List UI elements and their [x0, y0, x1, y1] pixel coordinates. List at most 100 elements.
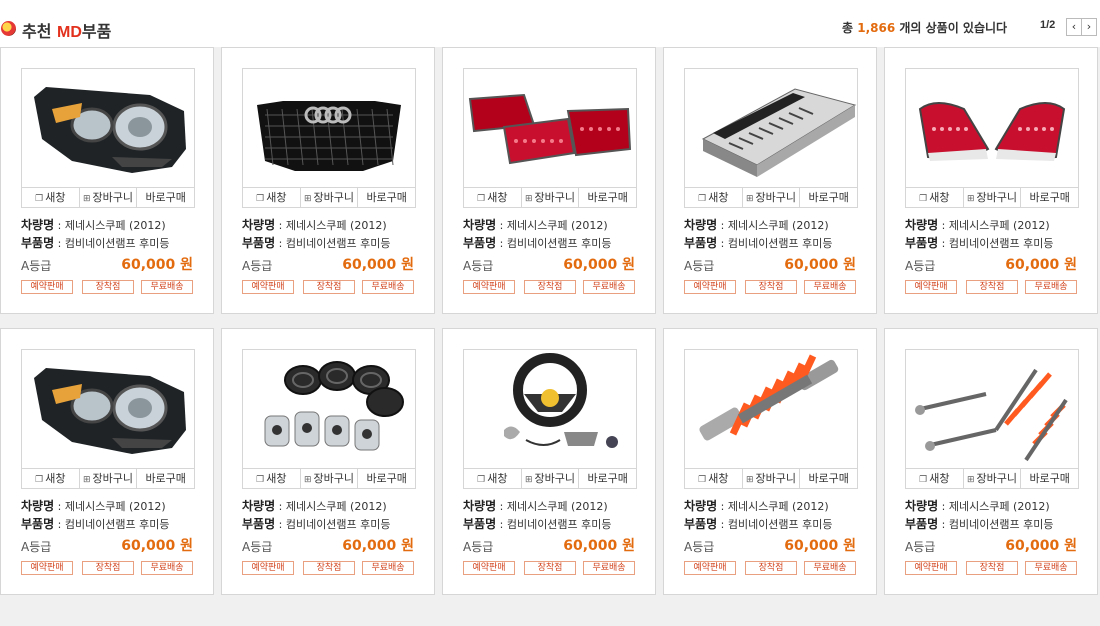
new-window-button[interactable]: ❐ 새창 [464, 188, 522, 207]
count-prefix: 총 [842, 21, 858, 35]
free-shipping-tag[interactable]: 무료배송 [583, 561, 635, 575]
cart-icon: ⊞ [82, 194, 91, 204]
part-name: 부품명 : 컴비네이션램프 후미등 [684, 236, 833, 250]
reserve-sale-tag[interactable]: 예약판매 [463, 561, 515, 575]
grille-image[interactable] [242, 68, 416, 188]
install-shop-tag[interactable]: 장착점 [303, 561, 355, 575]
buy-now-button[interactable]: 바로구매 [137, 188, 194, 207]
install-shop-tag[interactable]: 장착점 [524, 561, 576, 575]
coilover-image[interactable] [684, 349, 858, 469]
free-shipping-tag[interactable]: 무료배송 [362, 561, 414, 575]
tag-row: 예약판매 장착점 무료배송 [684, 280, 860, 296]
prev-page-button[interactable]: ‹ [1066, 18, 1082, 36]
buy-now-button[interactable]: 바로구매 [1021, 469, 1078, 488]
product-actions: ❐ 새창 ⊞ 장바구니 바로구매 [21, 468, 195, 489]
free-shipping-tag[interactable]: 무료배송 [583, 280, 635, 294]
headlamp-image[interactable] [21, 349, 195, 469]
grade-label: A등급 [684, 540, 715, 554]
add-to-cart-button[interactable]: ⊞ 장바구니 [522, 188, 580, 207]
buy-now-button[interactable]: 바로구매 [1021, 188, 1078, 207]
reserve-sale-tag[interactable]: 예약판매 [21, 561, 73, 575]
vehicle-name: 차량명 : 제네시스쿠페 (2012) [21, 499, 166, 513]
coilover-set-image[interactable] [905, 349, 1079, 469]
free-shipping-tag[interactable]: 무료배송 [804, 280, 856, 294]
window-icon: ❐ [477, 194, 486, 204]
reserve-sale-tag[interactable]: 예약판매 [905, 280, 957, 294]
add-to-cart-button[interactable]: ⊞ 장바구니 [964, 188, 1022, 207]
add-to-cart-button[interactable]: ⊞ 장바구니 [964, 469, 1022, 488]
reserve-sale-tag[interactable]: 예약판매 [21, 280, 73, 294]
product-card: ❐ 새창 ⊞ 장바구니 바로구매 차량명 : 제네시스쿠페 (2012) 부품명 : 컴비네… [884, 328, 1098, 595]
new-window-button[interactable]: ❐ 새창 [685, 469, 743, 488]
add-to-cart-button[interactable]: ⊞ 장바구니 [522, 469, 580, 488]
product-card: ❐ 새창 ⊞ 장바구니 바로구매 차량명 : 제네시스쿠페 (2012) 부품명 : 컴비네… [221, 328, 435, 595]
add-to-cart-button[interactable]: ⊞ 장바구니 [301, 188, 359, 207]
add-to-cart-button[interactable]: ⊞ 장바구니 [743, 188, 801, 207]
install-shop-tag[interactable]: 장착점 [745, 280, 797, 294]
tires-wheels-image[interactable] [242, 349, 416, 469]
free-shipping-tag[interactable]: 무료배송 [141, 280, 193, 294]
cart-icon: ⊞ [82, 475, 91, 485]
next-page-button[interactable]: › [1081, 18, 1097, 36]
install-shop-tag[interactable]: 장착점 [82, 561, 134, 575]
product-actions: ❐ 새창 ⊞ 장바구니 바로구매 [905, 468, 1079, 489]
free-shipping-tag[interactable]: 무료배송 [1025, 561, 1077, 575]
add-to-cart-button[interactable]: ⊞ 장바구니 [301, 469, 359, 488]
product-count: 총 1,866 개의 상품이 있습니다 [842, 19, 1007, 36]
free-shipping-tag[interactable]: 무료배송 [1025, 280, 1077, 294]
free-shipping-tag[interactable]: 무료배송 [804, 561, 856, 575]
new-window-button[interactable]: ❐ 새창 [906, 188, 964, 207]
install-shop-tag[interactable]: 장착점 [966, 280, 1018, 294]
reserve-sale-tag[interactable]: 예약판매 [684, 280, 736, 294]
vehicle-name: 차량명 : 제네시스쿠페 (2012) [242, 218, 387, 232]
install-shop-tag[interactable]: 장착점 [82, 280, 134, 294]
part-name: 부품명 : 컴비네이션램프 후미등 [21, 236, 170, 250]
buy-now-button[interactable]: 바로구매 [358, 469, 415, 488]
reserve-sale-tag[interactable]: 예약판매 [242, 280, 294, 294]
install-shop-tag[interactable]: 장착점 [303, 280, 355, 294]
product-card: ❐ 새창 ⊞ 장바구니 바로구매 차량명 : 제네시스쿠페 (2012) 부품명 : 컴비네… [663, 47, 877, 314]
new-window-button[interactable]: ❐ 새창 [906, 469, 964, 488]
free-shipping-tag[interactable]: 무료배송 [362, 280, 414, 294]
new-window-button[interactable]: ❐ 새창 [685, 188, 743, 207]
cart-icon: ⊞ [303, 194, 312, 204]
amplifier-image[interactable] [684, 68, 858, 188]
product-card: ❐ 새창 ⊞ 장바구니 바로구매 차량명 : 제네시스쿠페 (2012) 부품명 : 컴비네… [884, 47, 1098, 314]
install-shop-tag[interactable]: 장착점 [745, 561, 797, 575]
new-window-button[interactable]: ❐ 새창 [464, 469, 522, 488]
new-window-button[interactable]: ❐ 새창 [243, 469, 301, 488]
buy-now-button[interactable]: 바로구매 [579, 469, 636, 488]
add-to-cart-button[interactable]: ⊞ 장바구니 [80, 188, 138, 207]
part-name: 부품명 : 컴비네이션램프 후미등 [905, 236, 1054, 250]
add-to-cart-button[interactable]: ⊞ 장바구니 [80, 469, 138, 488]
buy-now-button[interactable]: 바로구매 [800, 469, 857, 488]
reserve-sale-tag[interactable]: 예약판매 [684, 561, 736, 575]
add-to-cart-button[interactable]: ⊞ 장바구니 [743, 469, 801, 488]
window-icon: ❐ [919, 194, 928, 204]
grade-label: A등급 [242, 259, 273, 273]
new-window-button[interactable]: ❐ 새창 [243, 188, 301, 207]
taillamp-pair-image[interactable] [905, 68, 1079, 188]
reserve-sale-tag[interactable]: 예약판매 [463, 280, 515, 294]
tag-row: 예약판매 장착점 무료배송 [463, 280, 639, 296]
install-shop-tag[interactable]: 장착점 [524, 280, 576, 294]
buy-now-button[interactable]: 바로구매 [137, 469, 194, 488]
free-shipping-tag[interactable]: 무료배송 [141, 561, 193, 575]
new-window-button[interactable]: ❐ 새창 [22, 469, 80, 488]
taillamp-set-image[interactable] [463, 68, 637, 188]
grade-label: A등급 [242, 540, 273, 554]
steering-wheel-image[interactable] [463, 349, 637, 469]
install-shop-tag[interactable]: 장착점 [966, 561, 1018, 575]
reserve-sale-tag[interactable]: 예약판매 [905, 561, 957, 575]
buy-now-button[interactable]: 바로구매 [579, 188, 636, 207]
reserve-sale-tag[interactable]: 예약판매 [242, 561, 294, 575]
tag-row: 예약판매 장착점 무료배송 [21, 280, 197, 296]
grade-label: A등급 [905, 259, 936, 273]
new-window-button[interactable]: ❐ 새창 [22, 188, 80, 207]
page-indicator: 1/2 [1040, 19, 1056, 31]
window-icon: ❐ [35, 194, 44, 204]
headlamp-image[interactable] [21, 68, 195, 188]
buy-now-button[interactable]: 바로구매 [800, 188, 857, 207]
buy-now-button[interactable]: 바로구매 [358, 188, 415, 207]
part-name: 부품명 : 컴비네이션램프 후미등 [463, 517, 612, 531]
